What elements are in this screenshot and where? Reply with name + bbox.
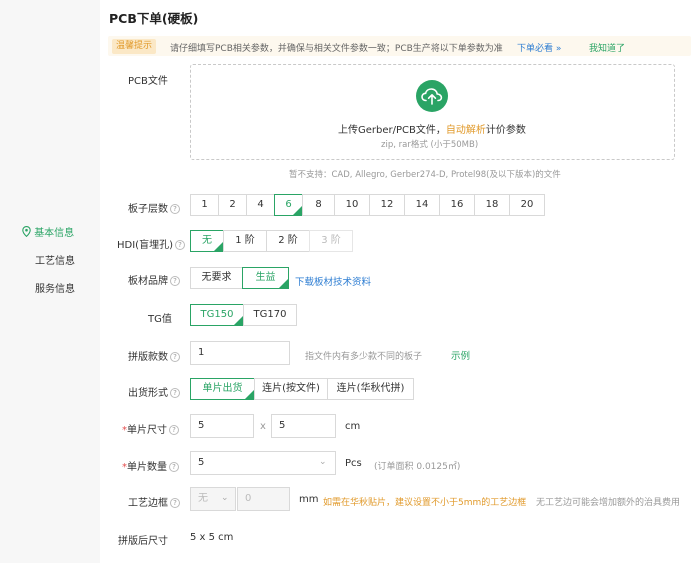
sidebar-item-service-info[interactable]: 服务信息 (35, 280, 75, 295)
hdi-option-0[interactable]: 无 (190, 230, 224, 252)
order-area-note: (订单面积 0.0125㎡) (374, 462, 461, 472)
size-separator: x (260, 421, 266, 432)
dismiss-tip-link[interactable]: 我知道了 (589, 41, 625, 54)
process-edge-note: 无工艺边可能会增加额外的治具费用 (536, 498, 681, 508)
pcb-file-label: PCB文件 (128, 76, 168, 87)
unit-size-label-text: 单片尺寸 (127, 425, 167, 436)
help-icon[interactable]: ? (170, 352, 180, 362)
panel-count-label: 拼版款数? (128, 348, 180, 363)
quantity-label: *单片数量? (122, 458, 179, 473)
sidebar-item-basic-info[interactable]: 基本信息 (22, 224, 74, 239)
hdi-label: HDI(盲埋孔)? (117, 236, 185, 251)
hdi-label-text: HDI(盲埋孔) (117, 240, 173, 251)
tip-text: 请仔细填写PCB相关参数，并确保与相关文件参数一致；PCB生产将以下单参数为准 (170, 44, 503, 54)
hdi-option-3[interactable]: 3 阶 (309, 230, 353, 252)
brand-label: 板材品牌? (128, 272, 180, 287)
cloud-upload-icon (421, 88, 443, 105)
sidebar-item-process-info[interactable]: 工艺信息 (35, 252, 75, 267)
process-edge-label-text: 工艺边框 (128, 498, 168, 509)
sidebar-item-label: 服务信息 (35, 284, 75, 295)
sidebar-item-label: 基本信息 (34, 228, 75, 239)
unsupported-formats-note: 暂不支持：CAD, Allegro, Gerber274-D, Protel98… (289, 170, 561, 180)
help-icon[interactable]: ? (170, 204, 180, 214)
process-edge-select[interactable]: 无 (190, 487, 236, 511)
layers-label: 板子层数? (128, 200, 180, 215)
process-edge-label: 工艺边框? (128, 494, 180, 509)
layers-option-7[interactable]: 14 (404, 194, 440, 216)
panel-count-input[interactable]: 1 (190, 341, 290, 365)
shipping-label-text: 出货形式 (128, 388, 168, 399)
hdi-option-2[interactable]: 2 阶 (266, 230, 310, 252)
quantity-label-text: 单片数量 (127, 462, 167, 473)
process-edge-warning: 如需在华秋贴片，建议设置不小于5mm的工艺边框 (323, 498, 527, 508)
help-icon[interactable]: ? (170, 388, 180, 398)
shipping-label: 出货形式? (128, 384, 180, 399)
panel-count-label-text: 拼版款数 (128, 352, 168, 363)
brand-option-0[interactable]: 无要求 (190, 267, 243, 289)
download-material-link[interactable]: 下载板材技术资料 (295, 274, 371, 288)
width-input[interactable]: 5 (190, 414, 254, 438)
process-edge-input[interactable]: 0 (237, 487, 290, 511)
layers-option-10[interactable]: 20 (509, 194, 545, 216)
help-icon[interactable]: ? (169, 425, 179, 435)
tg-option-1[interactable]: TG170 (243, 304, 297, 326)
upload-format-hint: zip, rar格式 (小于50MB) (381, 140, 479, 150)
example-link[interactable]: 示例 (451, 348, 470, 362)
panel-size-value: 5 x 5 cm (190, 532, 234, 543)
layers-label-text: 板子层数 (128, 204, 168, 215)
upload-title: 上传Gerber/PCB文件，自动解析计价参数 (338, 121, 526, 136)
sidebar-item-label: 工艺信息 (35, 256, 75, 267)
panel-size-label: 拼版后尺寸 (118, 536, 168, 547)
size-unit: cm (345, 421, 361, 432)
upload-button[interactable] (416, 80, 448, 112)
help-icon[interactable]: ? (169, 462, 179, 472)
layers-option-0[interactable]: 1 (190, 194, 219, 216)
tip-tag: 温馨提示 (112, 39, 156, 54)
must-read-link[interactable]: 下单必看 » (517, 41, 561, 54)
unit-size-label: *单片尺寸? (122, 421, 179, 436)
upload-title-suffix: 计价参数 (485, 125, 526, 136)
tg-label: TG值 (148, 314, 172, 325)
layers-option-9[interactable]: 18 (474, 194, 510, 216)
upload-title-accent: 自动解析 (445, 125, 486, 136)
layers-option-3[interactable]: 6 (274, 194, 303, 216)
location-pin-icon (22, 226, 31, 238)
process-edge-unit: mm (299, 494, 319, 505)
help-icon[interactable]: ? (170, 276, 180, 286)
panel-count-note: 指文件内有多少款不同的板子 (305, 352, 423, 362)
upload-title-prefix: 上传Gerber/PCB文件， (338, 125, 446, 136)
brand-option-1[interactable]: 生益 (242, 267, 289, 289)
tg-option-0[interactable]: TG150 (190, 304, 244, 326)
layers-option-2[interactable]: 4 (246, 194, 275, 216)
chevron-down-icon: ⌄ (319, 457, 327, 467)
layers-option-4[interactable]: 8 (302, 194, 335, 216)
layers-option-6[interactable]: 12 (369, 194, 405, 216)
hdi-option-1[interactable]: 1 阶 (223, 230, 267, 252)
shipping-option-1[interactable]: 连片(按文件) (254, 378, 328, 400)
chevron-down-icon: ⌄ (221, 493, 229, 503)
brand-label-text: 板材品牌 (128, 276, 168, 287)
shipping-option-0[interactable]: 单片出货 (190, 378, 255, 400)
quantity-unit: Pcs (345, 458, 362, 469)
quantity-select[interactable]: 5 (190, 451, 336, 475)
layers-option-1[interactable]: 2 (218, 194, 247, 216)
page-title: PCB下单(硬板) (109, 11, 199, 26)
shipping-option-2[interactable]: 连片(华秋代拼) (327, 378, 414, 400)
height-input[interactable]: 5 (271, 414, 336, 438)
layers-option-5[interactable]: 10 (334, 194, 370, 216)
help-icon[interactable]: ? (174, 240, 185, 250)
help-icon[interactable]: ? (170, 498, 180, 508)
layers-option-8[interactable]: 16 (439, 194, 475, 216)
